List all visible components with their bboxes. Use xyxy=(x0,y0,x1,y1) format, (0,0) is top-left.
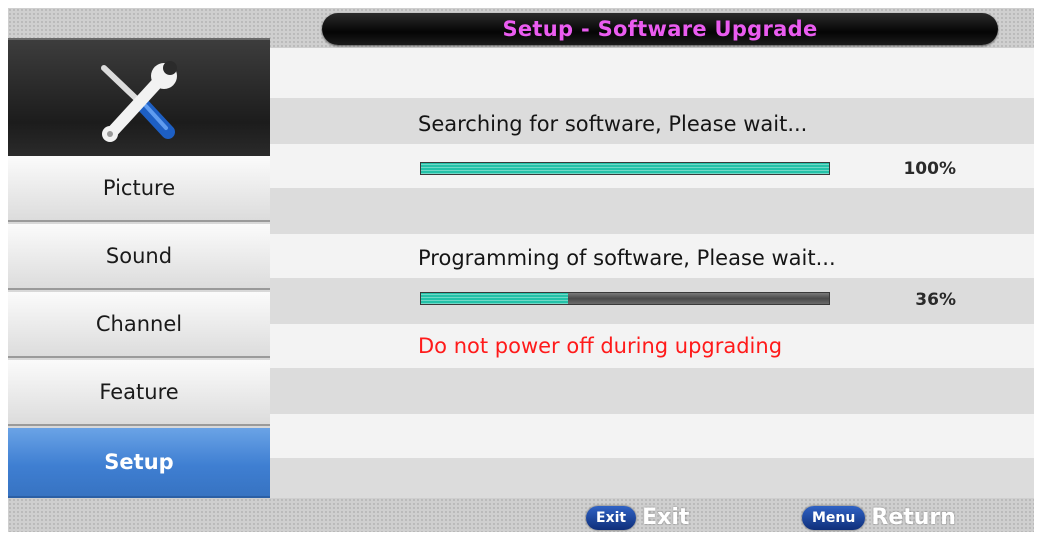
search-progress-percent: 100% xyxy=(903,159,956,179)
menu-key-badge: Menu xyxy=(802,505,866,530)
menu-item-picture[interactable]: Picture xyxy=(8,156,270,222)
exit-hint-label: Exit xyxy=(642,505,690,530)
search-progress-fill xyxy=(421,163,829,174)
category-icon-panel xyxy=(8,38,270,158)
tools-icon xyxy=(101,61,177,142)
program-progress-bar xyxy=(420,292,830,305)
exit-hint[interactable]: Exit Exit xyxy=(586,505,689,530)
tv-menu-screen: Setup - Software Upgrade Picture Sound C… xyxy=(8,8,1034,532)
menu-item-channel[interactable]: Channel xyxy=(8,292,270,358)
row-stripe xyxy=(270,48,1034,98)
menu-item-label: Feature xyxy=(99,380,179,404)
page-title: Setup - Software Upgrade xyxy=(502,17,818,41)
search-progress-bar xyxy=(420,162,830,175)
row-stripe xyxy=(270,368,1034,414)
menu-item-label: Picture xyxy=(102,176,176,200)
menu-item-sound[interactable]: Sound xyxy=(8,224,270,290)
menu-item-feature[interactable]: Feature xyxy=(8,360,270,426)
menu-item-label: Sound xyxy=(105,244,173,268)
row-stripe xyxy=(270,414,1034,458)
title-bar: Setup - Software Upgrade xyxy=(322,13,998,45)
program-progress-percent: 36% xyxy=(915,290,956,310)
row-stripe xyxy=(270,458,1034,498)
menu-item-label: Setup xyxy=(104,450,174,474)
power-warning-text: Do not power off during upgrading xyxy=(418,334,783,358)
search-status-label: Searching for software, Please wait... xyxy=(418,112,808,136)
return-hint-label: Return xyxy=(871,505,956,530)
menu-item-setup[interactable]: Setup xyxy=(8,428,270,498)
upgrade-panel: Searching for software, Please wait... 1… xyxy=(270,48,1034,498)
program-status-label: Programming of software, Please wait... xyxy=(418,246,836,270)
menu-item-label: Channel xyxy=(95,312,183,336)
row-stripe xyxy=(270,188,1034,234)
exit-key-badge: Exit xyxy=(586,505,637,530)
program-progress-fill xyxy=(421,293,568,304)
return-hint[interactable]: Menu Return xyxy=(802,505,956,530)
